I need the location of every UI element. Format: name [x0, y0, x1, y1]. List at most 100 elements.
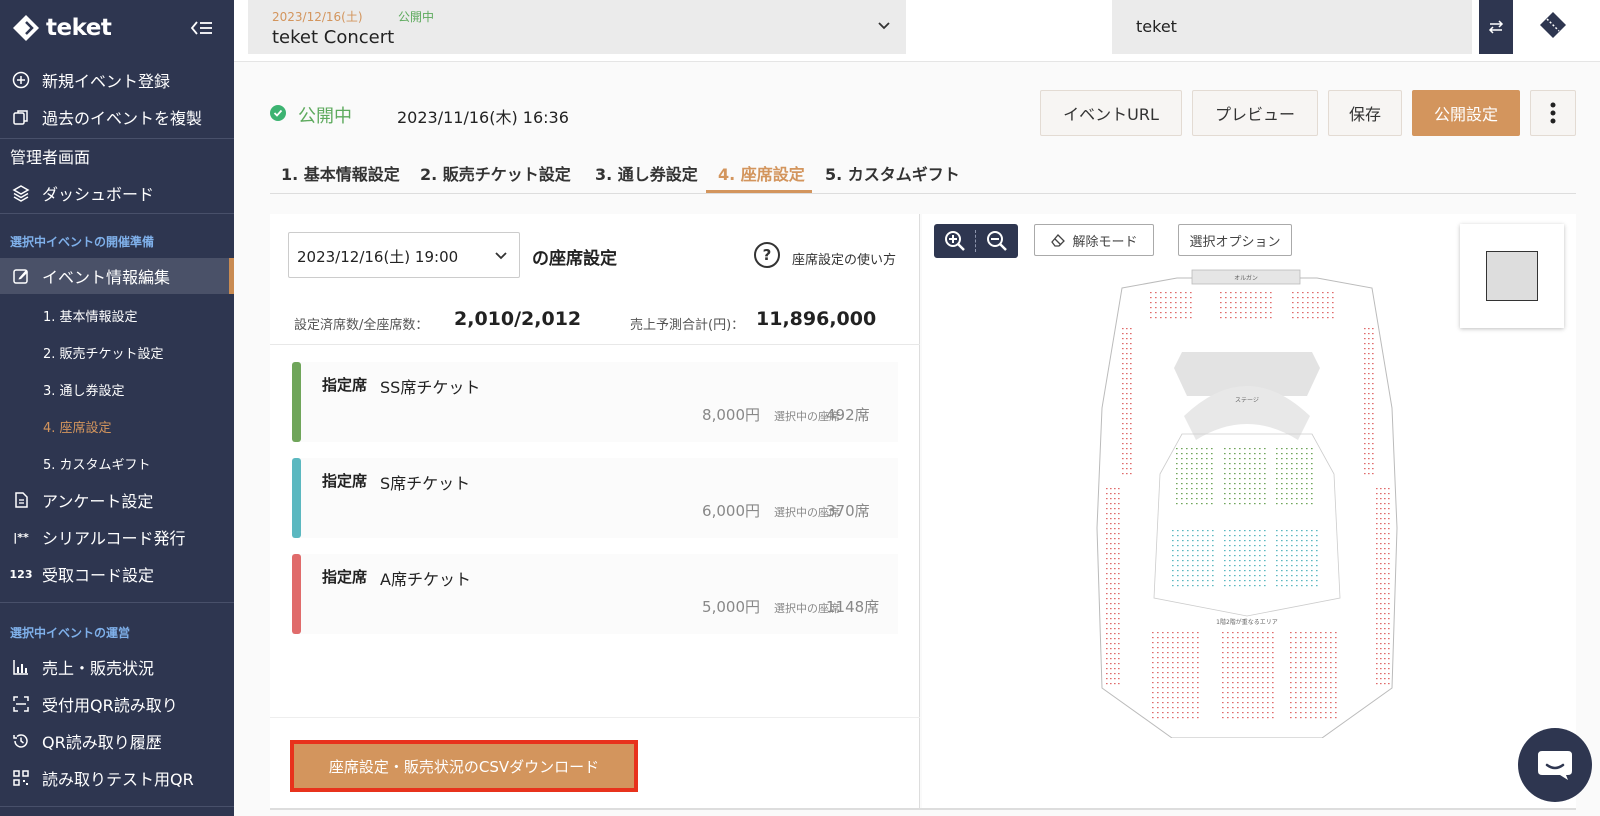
seat [1206, 463, 1208, 465]
seat [1376, 683, 1378, 685]
nav-sub-basic[interactable]: 1. 基本情報設定 [43, 306, 138, 325]
event-selector[interactable]: 2023/12/16(土) 公開中 teket Concert [248, 0, 906, 54]
seat [1376, 533, 1378, 535]
seat [1177, 585, 1179, 587]
seat [1224, 545, 1226, 547]
seat [1162, 677, 1164, 679]
seat [1249, 483, 1251, 485]
tab-ticket-sales[interactable]: 2. 販売チケット設定 [420, 161, 571, 185]
seat [1311, 565, 1313, 567]
seat [1122, 463, 1124, 465]
seat [1239, 478, 1241, 480]
nav-admin[interactable]: 管理者画面 [0, 138, 234, 174]
help-icon[interactable]: ? [754, 242, 780, 268]
nav-label: 売上・販売状況 [42, 659, 155, 678]
nav-qr-history[interactable]: QR読み取り履歴 [0, 723, 234, 759]
teket-logo[interactable]: teket [12, 14, 112, 42]
more-menu-button[interactable] [1530, 90, 1576, 136]
seat [1276, 540, 1278, 542]
help-link[interactable]: 座席設定の使い方 [792, 249, 896, 268]
seat [1325, 662, 1327, 664]
nav-sales[interactable]: 売上・販売状況 [0, 649, 234, 685]
nav-sub-gift[interactable]: 5. カスタムギフト [43, 454, 151, 473]
nav-event-edit[interactable]: イベント情報編集 [0, 258, 234, 294]
seat [1368, 358, 1370, 360]
seat [1335, 647, 1337, 649]
tab-basic-info[interactable]: 1. 基本情報設定 [281, 161, 400, 185]
seat [1191, 498, 1193, 500]
seat [1384, 663, 1386, 665]
nav-receive-code[interactable]: 123 受取コード設定 [0, 556, 234, 592]
seat [1229, 585, 1231, 587]
ticket-card-a[interactable]: 指定席 A席チケット 5,000円 選択中の座席 1148席 [292, 554, 898, 634]
seat [1167, 652, 1169, 654]
ticket-icon[interactable] [1538, 10, 1568, 40]
select-options-button[interactable]: 選択オプション [1178, 224, 1292, 256]
seat [1315, 657, 1317, 659]
nav-sub-pass[interactable]: 3. 通し券設定 [43, 380, 125, 399]
seat [1305, 657, 1307, 659]
seat [1232, 672, 1234, 674]
ticket-card-ss[interactable]: 指定席 SS席チケット 8,000円 選択中の座席 492席 [292, 362, 898, 442]
seat [1118, 673, 1120, 675]
seat [1388, 623, 1390, 625]
nav-test-qr[interactable]: 読み取りテスト用QR [0, 760, 234, 796]
seat [1301, 550, 1303, 552]
seat [1186, 483, 1188, 485]
seat [1150, 292, 1152, 294]
seat [1206, 488, 1208, 490]
tab-pass-ticket[interactable]: 3. 通し券設定 [595, 161, 698, 185]
seat [1167, 662, 1169, 664]
seat [1182, 697, 1184, 699]
seat-map-minimap[interactable] [1460, 224, 1564, 328]
seat [1114, 628, 1116, 630]
seat [1376, 563, 1378, 565]
nav-sub-seats[interactable]: 4. 座席設定 [43, 417, 112, 436]
seat [1372, 388, 1374, 390]
seat [1380, 663, 1382, 665]
ticket-card-s[interactable]: 指定席 S席チケット 6,000円 選択中の座席 370席 [292, 458, 898, 538]
seat [1290, 687, 1292, 689]
seat [1180, 302, 1182, 304]
nav-sub-tickets[interactable]: 2. 販売チケット設定 [43, 343, 164, 362]
performance-date-select[interactable]: 2023/12/16(土) 19:00 [288, 232, 520, 278]
chat-support-button[interactable] [1518, 728, 1592, 802]
zoom-out-button[interactable] [976, 224, 1018, 258]
nav-dashboard[interactable]: ダッシュボード [0, 175, 234, 211]
seat [1296, 493, 1298, 495]
save-button[interactable]: 保存 [1328, 90, 1402, 136]
csv-download-button[interactable]: 座席設定・販売状況のCSVダウンロード [290, 740, 638, 792]
seat [1286, 535, 1288, 537]
seat [1229, 570, 1231, 572]
nav-serial[interactable]: |** シリアルコード発行 [0, 519, 234, 555]
venue-seat-map[interactable]: オルガン ステージ 1階2階が重なるエリア [1092, 268, 1402, 738]
seat [1172, 697, 1174, 699]
erase-mode-button[interactable]: 解除モード [1034, 224, 1154, 256]
seat [1172, 672, 1174, 674]
collapse-sidebar-icon[interactable] [190, 18, 214, 38]
seat [1290, 642, 1292, 644]
seat [1187, 642, 1189, 644]
seat [1281, 555, 1283, 557]
seat [1376, 518, 1378, 520]
seat [1244, 473, 1246, 475]
publish-settings-button[interactable]: 公開設定 [1412, 90, 1520, 136]
tab-seat-settings[interactable]: 4. 座席設定 [718, 161, 805, 185]
seat [1330, 632, 1332, 634]
seat [1286, 540, 1288, 542]
nav-survey[interactable]: アンケート設定 [0, 482, 234, 518]
event-url-button[interactable]: イベントURL [1040, 90, 1182, 136]
zoom-in-button[interactable] [934, 224, 976, 258]
seat [1315, 712, 1317, 714]
seat [1118, 593, 1120, 595]
tab-custom-gift[interactable]: 5. カスタムギフト [825, 161, 960, 185]
seat [1305, 642, 1307, 644]
nav-qr-scan[interactable]: 受付用QR読み取り [0, 686, 234, 722]
seat [1252, 717, 1254, 719]
organization-selector[interactable]: teket [1112, 0, 1472, 54]
nav-new-event[interactable]: 新規イベント登録 [0, 62, 234, 98]
seat [1172, 717, 1174, 719]
preview-button[interactable]: プレビュー [1192, 90, 1318, 136]
switch-organization-button[interactable] [1479, 0, 1513, 54]
nav-duplicate-event[interactable]: 過去のイベントを複製 [0, 99, 234, 135]
